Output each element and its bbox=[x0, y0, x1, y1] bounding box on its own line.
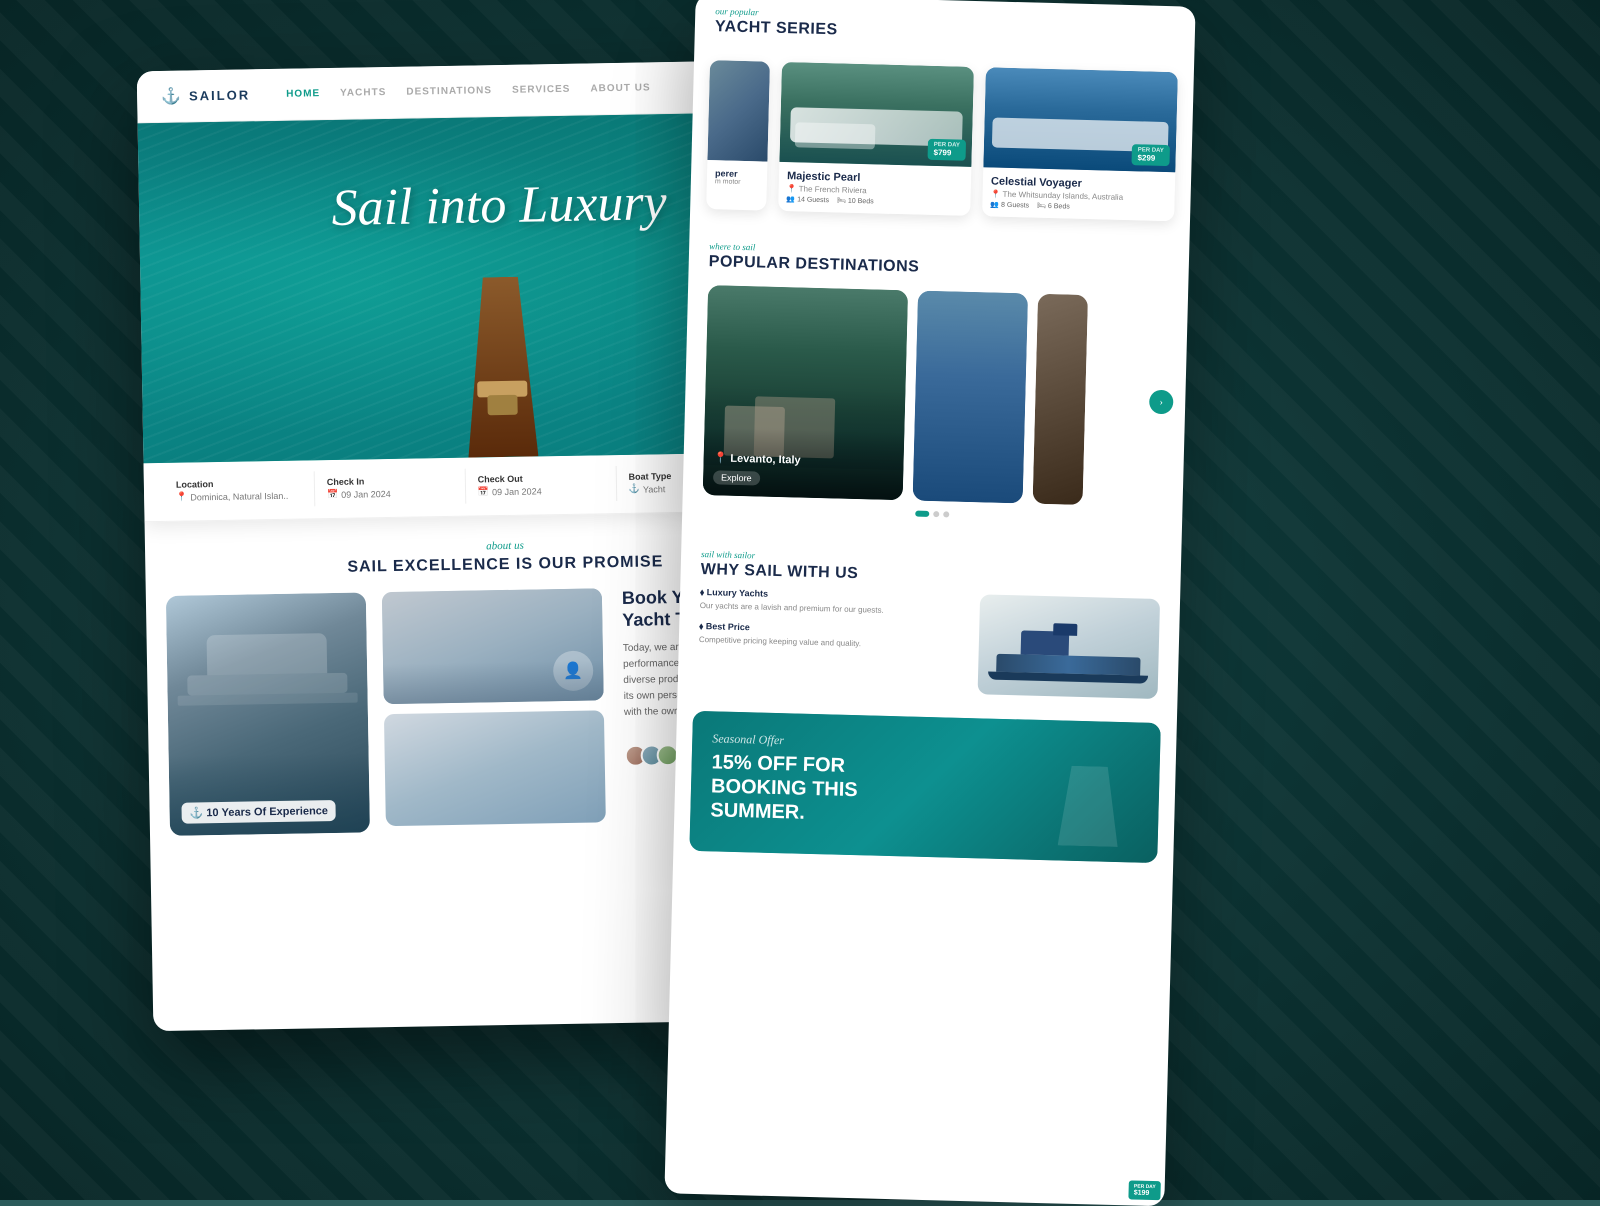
nav-about[interactable]: ABOUT US bbox=[590, 82, 650, 94]
yacht-aerial-card: ⚓ 10 Years Of Experience bbox=[166, 592, 370, 835]
dest-card-second[interactable] bbox=[913, 291, 1028, 504]
pin3-icon: 📍 bbox=[713, 451, 727, 464]
why-yacht-image bbox=[978, 594, 1161, 699]
dot-3[interactable] bbox=[943, 511, 949, 517]
pin-icon: 📍 bbox=[176, 492, 187, 503]
yacht-card-majestic-pearl[interactable]: PER DAY $799 Majestic Pearl 📍 The French… bbox=[778, 62, 974, 216]
destinations-section: where to sail POPULAR DESTINATIONS 📍 Lev… bbox=[682, 225, 1190, 548]
dest-explore-btn[interactable]: Explore bbox=[713, 470, 760, 485]
dest-levanto-name: 📍 Levanto, Italy bbox=[713, 451, 893, 469]
beds-spec: 🛏 10 Beds bbox=[837, 196, 874, 205]
carousel-dots bbox=[702, 505, 1162, 531]
nav-home[interactable]: HOME bbox=[286, 88, 320, 100]
checkout-value: 📅 09 Jan 2024 bbox=[478, 484, 604, 497]
destinations-next-button[interactable]: › bbox=[1149, 390, 1174, 415]
location-pin2-icon: 📍 bbox=[991, 189, 1001, 198]
why-content: ⬧ Luxury Yachts Our yachts are a lavish … bbox=[698, 587, 1160, 699]
beds2-spec: 🛏 6 Beds bbox=[1037, 202, 1070, 211]
yacht-cards-row: PER DAY $199 perer m motor PER DAY $799 bbox=[690, 50, 1194, 238]
checkin-value: 📅 09 Jan 2024 bbox=[327, 487, 453, 500]
location-pin-icon: 📍 bbox=[787, 184, 797, 193]
yacht-card-partial[interactable]: PER DAY $199 perer m motor bbox=[706, 60, 770, 211]
nav-yachts[interactable]: YACHTS bbox=[340, 87, 386, 99]
years-label: Years Of Experience bbox=[221, 805, 328, 819]
nav-links: HOME YACHTS DESTINATIONS SERVICES ABOUT … bbox=[286, 81, 718, 100]
majestic-price-badge: PER DAY $799 bbox=[927, 139, 966, 161]
dot-2[interactable] bbox=[933, 511, 939, 517]
partial-desc: m motor bbox=[715, 178, 759, 186]
anchor-years-icon: ⚓ bbox=[190, 806, 204, 819]
boat-icon: ⚓ bbox=[629, 484, 640, 495]
dest-levanto-label: 📍 Levanto, Italy Explore bbox=[703, 427, 905, 500]
hero-boat-illustration bbox=[440, 256, 563, 458]
location-value: 📍 Dominica, Natural Islan.. bbox=[176, 490, 302, 503]
partial-yacht-info: perer m motor bbox=[707, 160, 768, 195]
beds2-icon: 🛏 bbox=[1037, 202, 1046, 210]
dest-card-levanto[interactable]: 📍 Levanto, Italy Explore bbox=[703, 285, 908, 500]
beds-icon: 🛏 bbox=[837, 196, 846, 204]
logo-text: SAILOR bbox=[189, 87, 250, 103]
guests-spec: 👥 14 Guests bbox=[786, 195, 829, 204]
dot-1[interactable] bbox=[915, 511, 929, 517]
celestial-price-badge: PER DAY $299 bbox=[1131, 144, 1170, 166]
guests2-icon: 👥 bbox=[990, 200, 999, 208]
nav-destinations[interactable]: DESTINATIONS bbox=[406, 85, 492, 97]
calendar2-icon: 📅 bbox=[478, 486, 489, 497]
celestial-voyager-image: PER DAY $299 bbox=[983, 67, 1178, 172]
checkout-label: Check Out bbox=[478, 472, 604, 484]
why-item-price: ⬧ Best Price Competitive pricing keeping… bbox=[699, 621, 968, 652]
yacht-card-celestial-voyager[interactable]: PER DAY $299 Celestial Voyager 📍 The Whi… bbox=[982, 67, 1178, 221]
anchor-icon: ⚓ bbox=[161, 86, 183, 106]
guests-icon: 👥 bbox=[786, 195, 795, 203]
celestial-voyager-info: Celestial Voyager 📍 The Whitsunday Islan… bbox=[982, 167, 1175, 221]
why-text: ⬧ Luxury Yachts Our yachts are a lavish … bbox=[698, 587, 969, 694]
ocean-view-card bbox=[384, 710, 606, 826]
location-label: Location bbox=[176, 478, 302, 490]
nav-services[interactable]: SERVICES bbox=[512, 84, 571, 96]
checkin-label: Check In bbox=[327, 475, 453, 487]
seasonal-offer-title: 15% OFF FORBOOKING THISSUMMER. bbox=[710, 750, 1140, 833]
majestic-pearl-image: PER DAY $799 bbox=[779, 62, 974, 167]
years-badge: ⚓ 10 Years Of Experience bbox=[181, 800, 336, 824]
about-cards-right: 👤 bbox=[382, 588, 606, 832]
dest-card-third[interactable] bbox=[1033, 294, 1088, 505]
checkin-field[interactable]: Check In 📅 09 Jan 2024 bbox=[315, 469, 466, 507]
deck-view-card: 👤 bbox=[382, 588, 604, 704]
majestic-pearl-info: Majestic Pearl 📍 The French Riviera 👥 14… bbox=[778, 162, 971, 216]
guests2-spec: 👥 8 Guests bbox=[990, 200, 1029, 209]
checkout-field[interactable]: Check Out 📅 09 Jan 2024 bbox=[465, 466, 616, 504]
yacht-series-section: our popular YACHT SERIES bbox=[695, 0, 1196, 49]
avatar-group bbox=[625, 744, 679, 767]
calendar-icon: 📅 bbox=[327, 489, 338, 500]
why-item-luxury: ⬧ Luxury Yachts Our yachts are a lavish … bbox=[700, 587, 969, 618]
location-field[interactable]: Location 📍 Dominica, Natural Islan.. bbox=[164, 471, 315, 509]
secondary-browser-window: our popular YACHT SERIES PER DAY $199 pe… bbox=[664, 0, 1195, 1206]
why-sail-section: sail with sailor WHY SAIL WITH US ⬧ Luxu… bbox=[677, 534, 1181, 713]
logo[interactable]: ⚓ SAILOR bbox=[161, 85, 250, 107]
seasonal-offer-section: Seasonal Offer 15% OFF FORBOOKING THISSU… bbox=[689, 711, 1161, 863]
destination-cards: 📍 Levanto, Italy Explore › bbox=[703, 285, 1168, 507]
